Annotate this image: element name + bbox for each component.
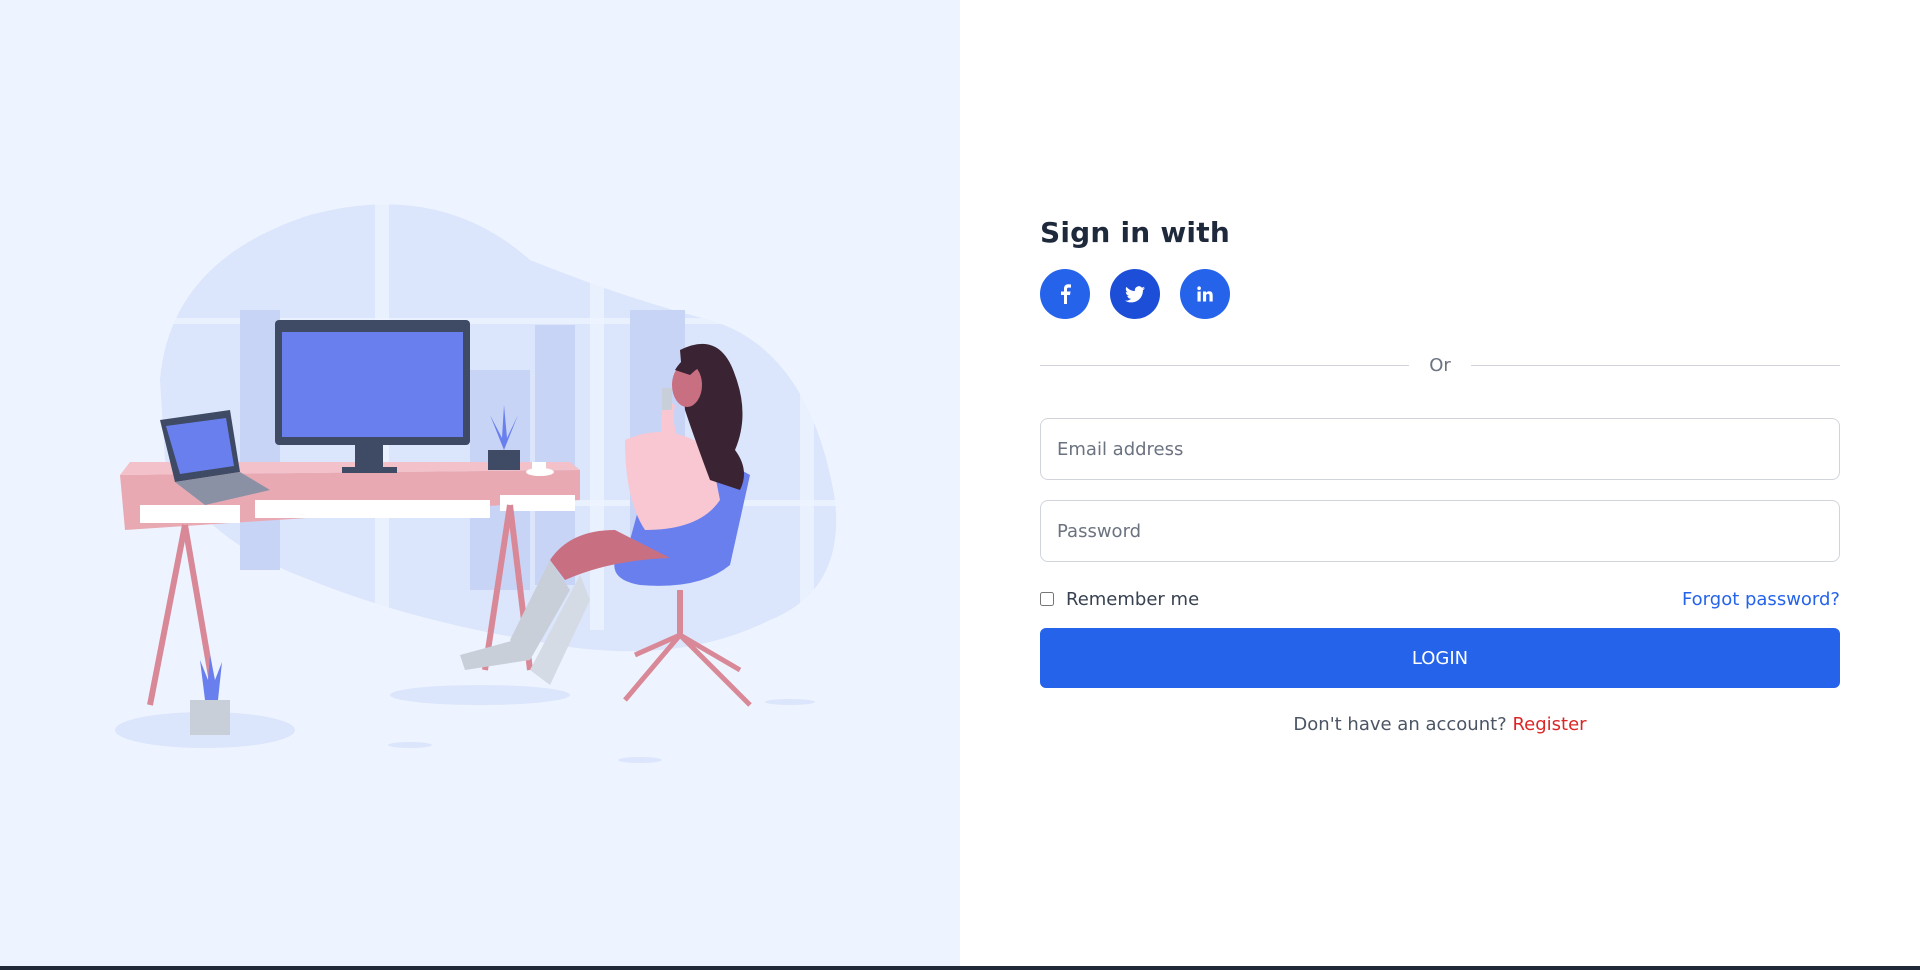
facebook-button[interactable] [1040,269,1090,319]
linkedin-icon [1197,286,1213,302]
forgot-password-link[interactable]: Forgot password? [1682,589,1840,610]
divider-line-left [1040,365,1410,366]
twitter-icon [1125,285,1145,302]
login-panel: Sign in with Or Remember me Forgot [960,0,1920,966]
password-input[interactable] [1040,500,1840,562]
or-divider: Or [1040,355,1841,376]
facebook-icon [1061,284,1071,304]
signin-title: Sign in with [1040,216,1230,249]
login-form: Sign in with Or Remember me Forgot [1040,215,1841,735]
remember-me[interactable]: Remember me [1040,589,1199,610]
illustration-panel [0,0,960,966]
email-input[interactable] [1040,418,1840,480]
remember-me-label: Remember me [1066,588,1200,610]
social-buttons [1040,269,1840,319]
bottom-border [0,966,1920,970]
register-link[interactable]: Register [1512,714,1586,735]
remember-me-checkbox[interactable] [1040,592,1054,606]
register-prompt: Don't have an account? Register [1040,714,1840,735]
linkedin-button[interactable] [1180,269,1230,319]
woman-at-desk-illustration [115,200,840,763]
divider-text: Or [1429,355,1451,376]
no-account-text: Don't have an account? [1293,714,1507,735]
login-button[interactable]: LOGIN [1040,628,1840,688]
divider-line-right [1470,365,1841,366]
twitter-button[interactable] [1110,269,1160,319]
remember-forgot-row: Remember me Forgot password? [1040,586,1840,612]
